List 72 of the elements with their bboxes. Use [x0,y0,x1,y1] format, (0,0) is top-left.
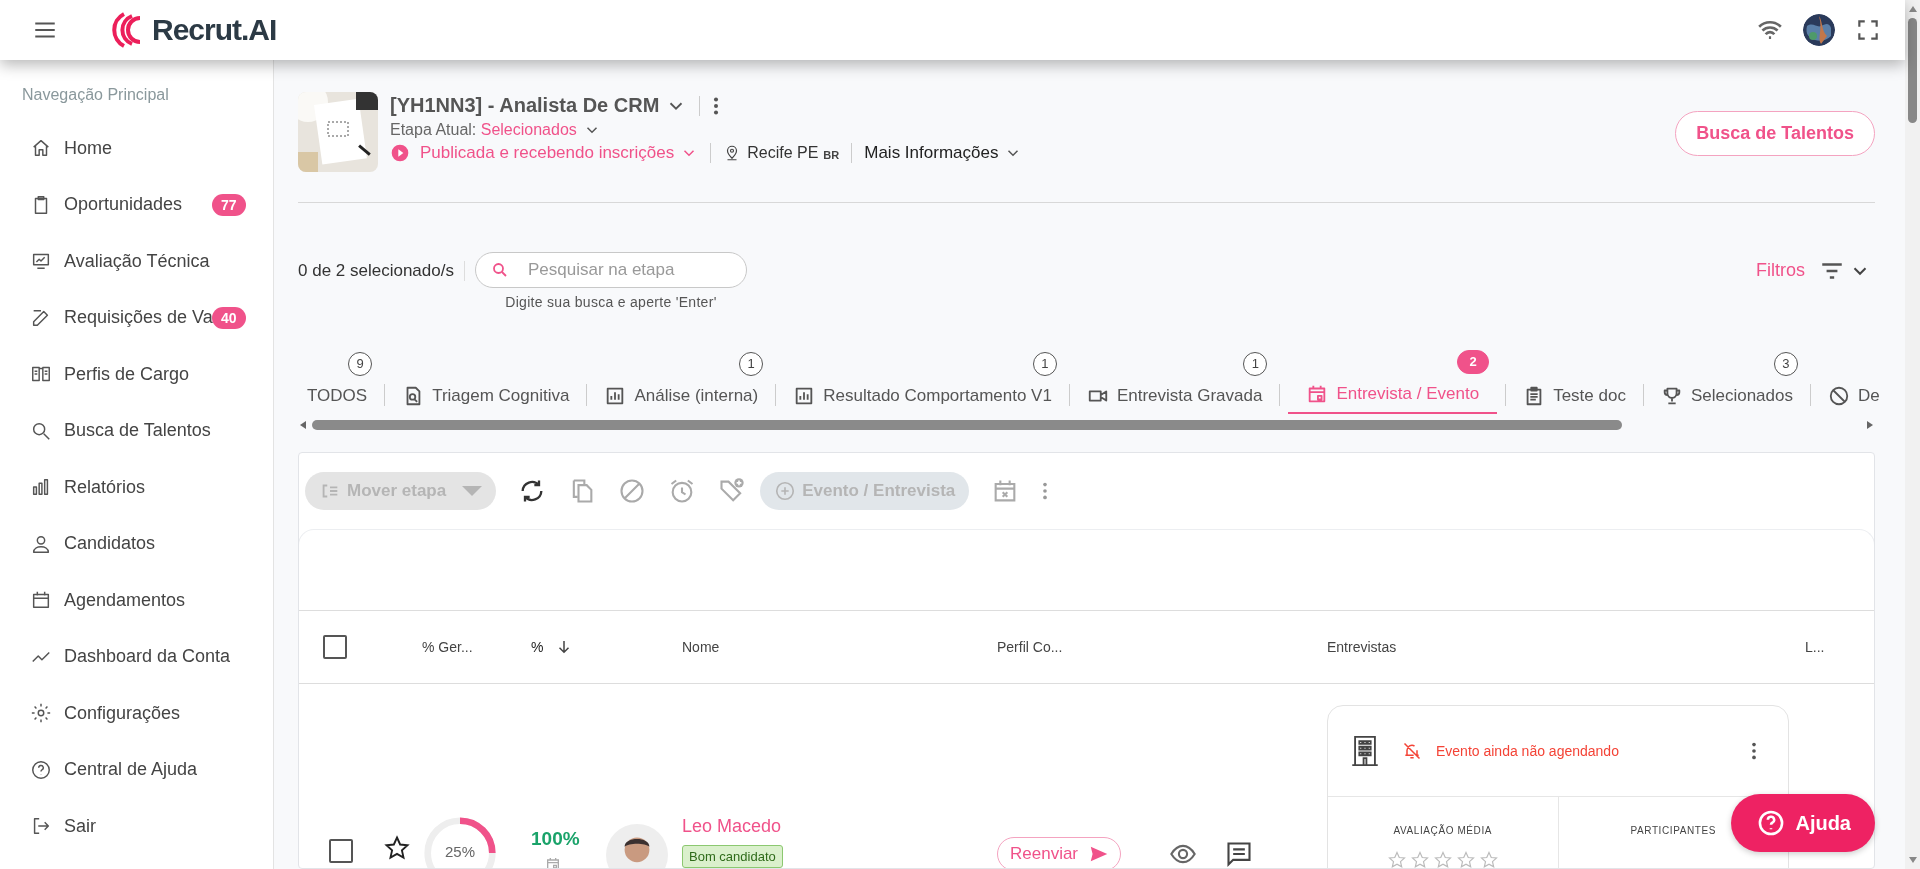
column-header[interactable]: L... [1805,639,1825,655]
country-code: BR [823,148,840,161]
rating-star-icon[interactable] [1409,850,1430,868]
more-info-link[interactable]: Mais Informações [864,143,999,163]
sidebar-item[interactable]: Configurações [0,685,273,742]
gear-icon [30,702,52,725]
rating-star-icon[interactable] [1455,850,1476,868]
help-icon [1757,809,1786,837]
sidebar-item[interactable]: Agendamentos [0,572,273,629]
match-score: 100% [531,828,580,850]
stage-tab[interactable]: Triagem Cognitiva [393,378,579,414]
job-title: [YH1NN3] - Analista De CRM [390,94,660,117]
column-header[interactable]: % [531,639,544,655]
count-badge: 3 [1773,352,1798,376]
search-field[interactable]: Pesquisar na etapa [474,252,747,288]
sidebar-item[interactable]: Central de Ajuda [0,741,273,798]
sidebar-item[interactable]: Perfis de Cargo [0,346,273,403]
count-badge: 77 [212,193,246,216]
sidebar-item[interactable]: Relatórios [0,459,273,516]
row-checkbox[interactable] [329,839,353,863]
scroll-down-icon[interactable] [1907,855,1918,865]
count-badge: 1 [1243,352,1268,376]
rating-star-icon[interactable] [1386,850,1407,868]
candidate-tag: Bom candidato [682,845,783,868]
event-status: Evento ainda não agendando [1436,743,1619,759]
sidebar-item[interactable]: Sair [0,798,273,855]
scroll-left-icon[interactable] [298,420,308,430]
scroll-right-icon[interactable] [1865,420,1875,430]
bell-off-icon [1402,741,1422,761]
count-badge: 40 [212,306,246,329]
count-badge: 1 [1032,352,1057,376]
select-all-checkbox[interactable] [323,635,347,659]
stage-tab[interactable]: Teste doc [1514,378,1635,414]
search-hint: Digite sua busca e aperte 'Enter' [505,294,717,310]
rating-star-icon[interactable] [1432,850,1453,868]
sidebar-heading: Navegação Principal [21,86,170,104]
column-header[interactable]: Nome [682,639,720,655]
stage-tab[interactable]: De [1818,378,1880,414]
play-icon [390,143,410,163]
selected-count: 0 de 2 selecionado/s [298,261,454,281]
job-location: Recife PE [747,144,819,162]
scrollbar-thumb[interactable] [312,420,1622,430]
sidebar-item[interactable]: Busca de Talentos [0,402,273,459]
help-button[interactable]: Ajuda [1731,794,1875,852]
current-stage[interactable]: Etapa Atual: Selecionados [390,121,577,139]
progress-value: 25% [444,843,476,860]
count-badge: 9 [348,352,373,376]
column-header[interactable]: % Ger... [422,639,473,655]
calendar-icon [545,856,561,868]
help-icon [30,758,52,781]
fullscreen-icon[interactable] [1855,17,1881,43]
sidebar-item[interactable]: Dashboard da Conta [0,628,273,685]
rating-star-icon[interactable] [1478,850,1499,868]
scrollbar-thumb[interactable] [1908,18,1917,123]
logo-text: Recrut.AI [152,13,277,47]
comment-icon[interactable] [1225,840,1254,868]
block-icon [1827,385,1850,407]
participants-label: PARTICIPANTES [1630,825,1717,836]
count-badge: 1 [739,352,764,376]
sidebar-item[interactable]: Candidatos [0,515,273,572]
rating-label: AVALIAÇÃO MÉDIA [1393,825,1493,836]
search-icon [490,261,509,279]
more-vertical-icon[interactable] [1750,740,1758,762]
column-header[interactable]: Perfil Co... [997,639,1063,655]
sidebar-item[interactable]: Requisições de Va 40 [0,289,273,346]
scroll-up-icon[interactable] [1907,4,1918,14]
sidebar-item[interactable]: Oportunidades 77 [0,176,273,233]
count-badge: 2 [1457,350,1490,374]
star-icon[interactable] [383,834,411,862]
sidebar-item[interactable]: Home [0,120,273,177]
column-header[interactable]: Entrevistas [1327,639,1397,655]
sidebar-item[interactable]: Avaliação Técnica [0,233,273,290]
